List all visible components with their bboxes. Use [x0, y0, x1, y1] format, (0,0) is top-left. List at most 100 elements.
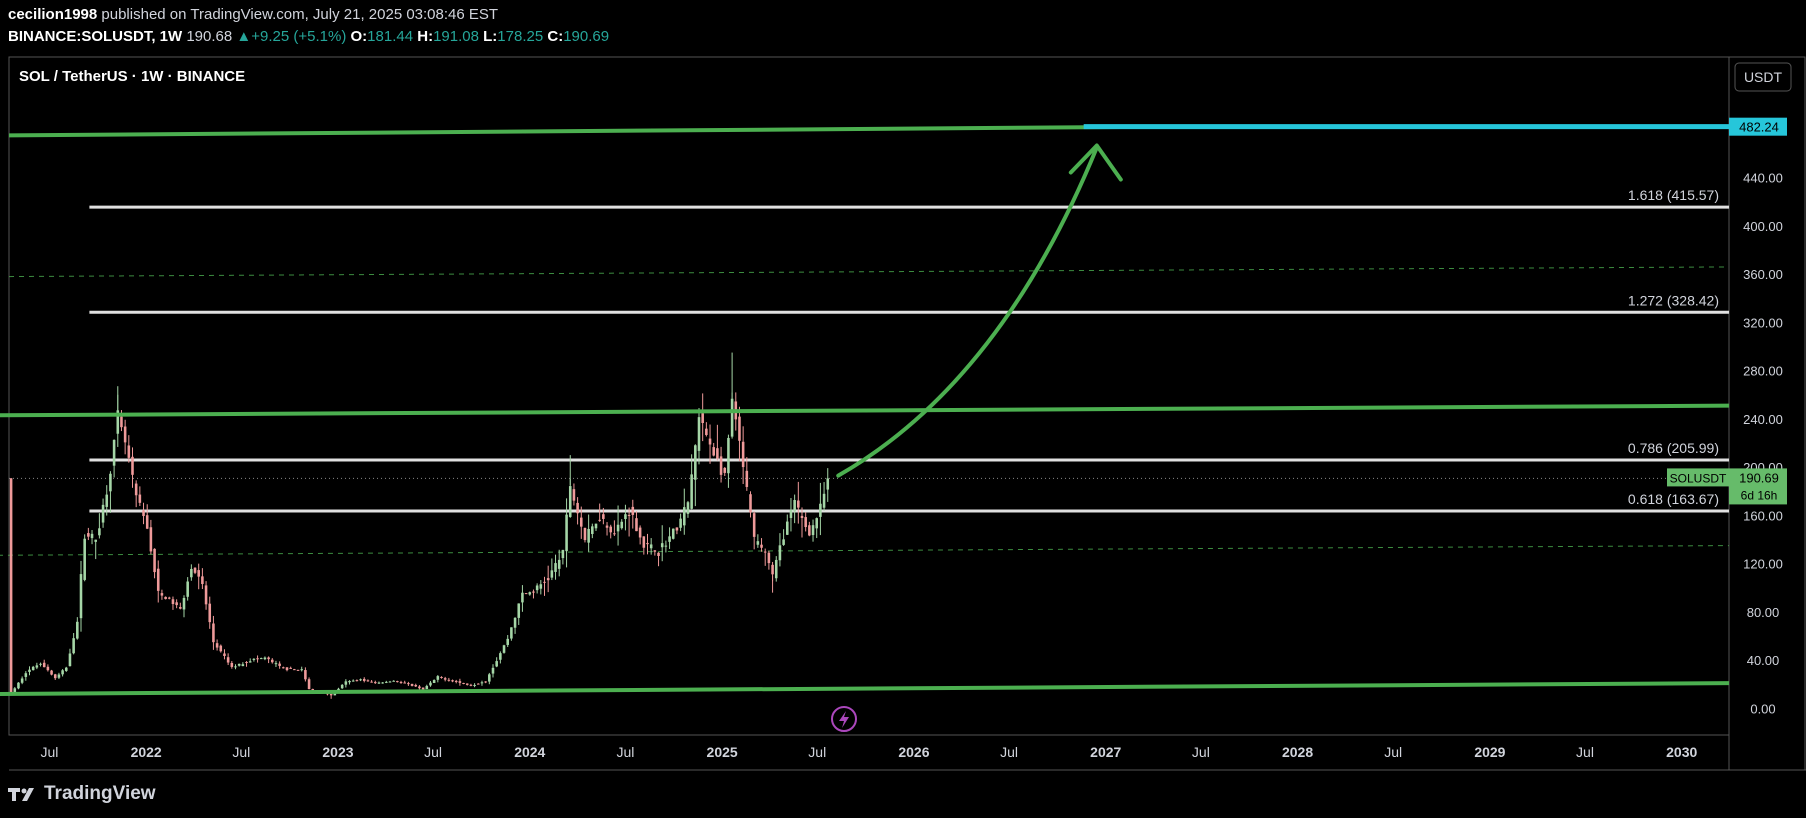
candle-body	[436, 676, 440, 680]
candle-body	[293, 669, 296, 671]
candle-body	[61, 670, 64, 675]
candle-body	[348, 680, 351, 683]
candle-body	[149, 527, 153, 552]
candle-body	[396, 681, 399, 683]
x-tick-label: Jul	[1384, 744, 1402, 760]
candle-body	[329, 694, 333, 696]
candle-body	[226, 657, 230, 663]
y-tick-label: 240.00	[1743, 412, 1783, 427]
candle-body	[785, 521, 789, 535]
candle-body	[660, 543, 664, 548]
candle-body	[274, 663, 278, 665]
candle-body	[473, 684, 476, 686]
candle-body	[763, 551, 767, 553]
symbol-tag-text: SOLUSDT	[1670, 471, 1727, 485]
candle-body	[594, 523, 598, 529]
x-tick-label: Jul	[1576, 744, 1594, 760]
target-price-text: 482.24	[1739, 120, 1779, 135]
candle-body	[642, 536, 646, 548]
candle-body	[572, 489, 576, 501]
candle-body	[407, 683, 410, 685]
candle-body	[738, 416, 741, 441]
candle-body	[671, 528, 675, 539]
candle-body	[421, 687, 425, 690]
current-price-text: 190.69	[1739, 470, 1779, 485]
currency-label: USDT	[1744, 69, 1783, 85]
candle-body	[546, 578, 550, 581]
candle-body	[123, 426, 127, 443]
candle-body	[87, 533, 90, 537]
candle-body	[668, 536, 671, 542]
candle-body	[708, 438, 712, 445]
candle-body	[17, 682, 20, 689]
price-chart[interactable]: 0.0040.0080.00120.00160.00200.00240.0028…	[0, 0, 1806, 818]
candle-body	[197, 570, 200, 577]
candle-body	[109, 473, 112, 492]
candle-body	[657, 552, 660, 556]
candle-body	[414, 684, 418, 687]
candle-body	[804, 517, 807, 528]
y-tick-label: 400.00	[1743, 219, 1783, 234]
candle-body	[28, 669, 31, 672]
y-tick-label: 40.00	[1747, 653, 1780, 668]
candle-body	[443, 678, 447, 680]
candle-body	[602, 514, 605, 519]
candle-body	[138, 494, 142, 503]
candle-body	[528, 592, 532, 595]
candle-body	[42, 662, 46, 668]
candle-body	[145, 515, 149, 529]
candle-body	[76, 621, 79, 639]
candle-body	[774, 559, 778, 579]
candle-body	[142, 510, 145, 517]
candle-body	[112, 439, 116, 466]
candle-body	[24, 673, 28, 677]
candle-body	[300, 669, 303, 671]
y-tick-label: 120.00	[1743, 557, 1783, 572]
candle-body	[462, 682, 465, 684]
candle-body	[561, 549, 565, 559]
candle-body	[252, 658, 256, 660]
candle-body	[50, 670, 53, 675]
candle-body	[782, 539, 785, 545]
candle-body	[476, 683, 480, 685]
candle-body	[57, 674, 61, 678]
candle-body	[613, 533, 616, 535]
candle-body	[454, 680, 458, 682]
candle-body	[410, 683, 414, 686]
candle-body	[98, 528, 101, 536]
candle-body	[278, 663, 281, 666]
x-tick-label: Jul	[424, 744, 442, 760]
candle-body	[432, 680, 436, 683]
candle-body	[285, 667, 289, 671]
candle-body	[440, 676, 443, 678]
candle-body	[719, 456, 723, 475]
candle-body	[307, 679, 311, 690]
candle-body	[723, 467, 727, 473]
candle-body	[171, 599, 175, 605]
candle-body	[366, 680, 370, 682]
candle-body	[311, 689, 315, 691]
candle-body	[447, 679, 451, 681]
x-tick-label: 2027	[1090, 744, 1121, 760]
fib-level-label: 1.618 (415.57)	[1628, 187, 1719, 203]
candle-body	[727, 437, 730, 474]
candle-body	[675, 527, 679, 531]
x-tick-label: Jul	[1000, 744, 1018, 760]
candle-body	[230, 662, 234, 667]
candle-body	[270, 659, 274, 663]
candle-body	[156, 568, 160, 591]
candle-body	[215, 643, 219, 648]
candle-body	[282, 667, 285, 669]
candle-body	[579, 517, 583, 527]
candle-body	[679, 518, 682, 528]
candle-body	[793, 500, 796, 512]
candle-body	[484, 681, 487, 683]
tradingview-logo[interactable]: TradingView	[8, 783, 156, 805]
candle-body	[201, 576, 204, 585]
y-tick-label: 160.00	[1743, 508, 1783, 523]
candle-body	[388, 681, 392, 683]
candle-body	[616, 524, 620, 532]
candle-body	[458, 681, 462, 683]
candle-body	[495, 661, 498, 667]
candle-body	[160, 593, 164, 596]
